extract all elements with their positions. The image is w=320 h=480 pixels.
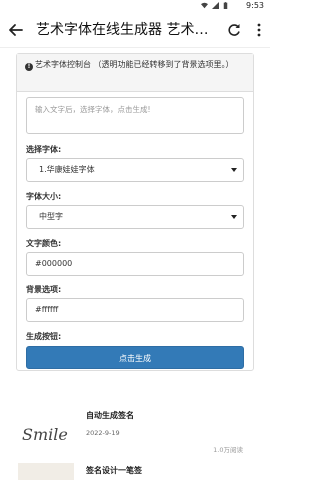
article-item[interactable]: 签名设计一笔签	[18, 459, 246, 480]
chevron-down-icon	[231, 168, 237, 172]
article-views: 1.0万阅读	[213, 446, 243, 454]
signal-icon	[212, 2, 219, 9]
background-color-input[interactable]: #ffffff	[26, 298, 244, 322]
text-input[interactable]: 输入文字后，选择字体，点击生成!	[26, 97, 244, 134]
article-date: 2022-9-19	[86, 429, 120, 437]
size-select[interactable]: 中型字	[26, 205, 244, 229]
more-menu-icon[interactable]	[254, 22, 264, 38]
font-label: 选择字体:	[26, 145, 62, 154]
reload-icon[interactable]	[226, 22, 242, 38]
battery-icon	[223, 2, 228, 9]
text-color-input[interactable]: #000000	[26, 252, 244, 276]
panel-header: ! 艺术字体控制台 （透明功能已经转移到了背景选项里。）	[17, 54, 253, 92]
font-select[interactable]: 1.华康娃娃字体	[26, 158, 244, 182]
article-item[interactable]: Smile 自动生成签名 2022-9-19 1.0万阅读	[18, 398, 246, 458]
size-label: 字体大小:	[26, 192, 62, 201]
control-panel: ! 艺术字体控制台 （透明功能已经转移到了背景选项里。） 输入文字后，选择字体，点…	[16, 53, 254, 371]
color-label: 文字颜色:	[26, 239, 62, 248]
thumbnail-text: Smile	[22, 425, 68, 444]
wifi-icon	[201, 2, 208, 9]
article-thumbnail	[18, 463, 74, 480]
font-select-value: 1.华康娃娃字体	[39, 165, 95, 174]
status-bar: 9:53	[0, 0, 270, 12]
app-bar: 艺术字体在线生成器 艺术字...	[0, 12, 270, 48]
info-icon: !	[25, 63, 33, 71]
article-title: 自动生成签名	[86, 411, 134, 420]
panel-header-text: 艺术字体控制台 （透明功能已经转移到了背景选项里。）	[35, 60, 234, 69]
article-thumbnail: Smile	[18, 410, 74, 454]
page-title: 艺术字体在线生成器 艺术字...	[36, 22, 216, 38]
chevron-down-icon	[231, 215, 237, 219]
generate-button[interactable]: 点击生成	[26, 346, 244, 369]
article-title: 签名设计一笔签	[86, 466, 142, 475]
status-time: 9:53	[246, 1, 264, 10]
background-label: 背景选项:	[26, 285, 62, 294]
size-select-value: 中型字	[39, 212, 63, 221]
generate-label: 生成按钮:	[26, 332, 62, 341]
back-arrow-icon[interactable]	[7, 21, 25, 39]
